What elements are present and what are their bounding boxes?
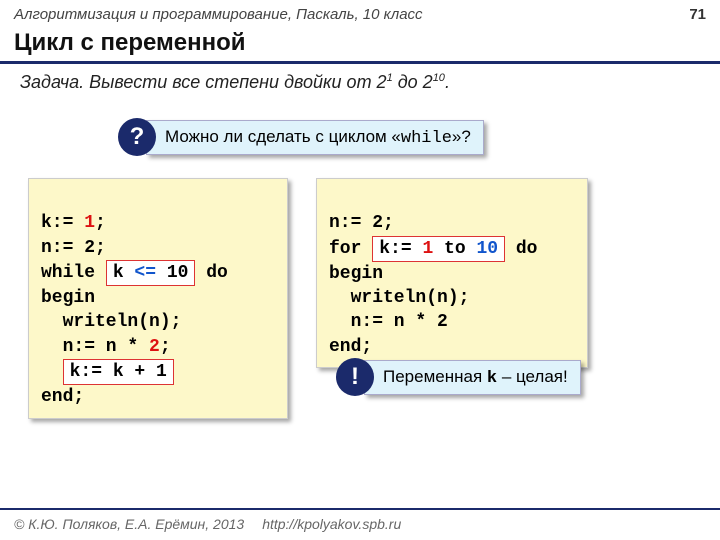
cl-l1b: ; [95,213,106,233]
footer-url: http://kpolyakov.spb.ru [262,516,401,532]
cl-l6b: ; [160,337,171,357]
cl-l3-box-b: <= [134,263,156,283]
task-text: Задача. Вывести все степени двойки от 2 1… [0,64,720,97]
cl-l3-box-c: 10 [156,263,188,283]
cl-l1-red: 1 [84,213,95,233]
cr-l2b: do [505,239,537,259]
cl-l6-red: 2 [149,337,160,357]
question-mark-icon: ? [118,118,156,156]
page-title: Цикл с переменной [0,27,720,64]
bang-callout: ! Переменная k – целая! [336,358,581,396]
bang-text-b: – целая! [497,367,568,386]
question-text: Можно ли сделать с циклом «while»? [146,120,484,155]
course-label: Алгоритмизация и программирование, Паска… [14,6,423,23]
cl-l1a: k:= [41,213,84,233]
bang-text: Переменная k – целая! [364,360,581,395]
q-text-b: »? [452,127,471,146]
task-label: Задача [20,72,79,92]
cr-l2-box-d: 10 [476,239,498,259]
q-mono: while [401,129,452,148]
cl-l4: begin [41,288,95,308]
code-block-while: k:= 1; n:= 2; while k <= 10 do begin wri… [28,178,288,419]
cr-l3: begin [329,264,383,284]
cl-l3a: while [41,263,106,283]
cl-l5: writeln(n); [41,312,181,332]
cr-l2a: for [329,239,372,259]
header: Алгоритмизация и программирование, Паска… [0,0,720,27]
task-part-c: . [445,72,450,92]
code-block-for: n:= 2; for k:= 1 to 10 do begin writeln(… [316,178,588,368]
task-part-a: . Вывести все степени двойки от 2 [79,72,386,92]
cl-l6a: n:= n * [41,337,149,357]
cr-l2-box-a: k:= [379,239,422,259]
cl-l3-box: k <= 10 [106,260,196,286]
q-text-a: Можно ли сделать с циклом « [165,127,401,146]
cl-l3-box-a: k [113,263,135,283]
footer-credit: © К.Ю. Поляков, Е.А. Ерёмин, 2013 [14,516,244,532]
task-part-b: до 2 [393,72,433,92]
page-number: 71 [689,6,706,23]
cr-l6: end; [329,337,372,357]
task-sup-b: 10 [433,72,445,84]
footer: © К.Ю. Поляков, Е.А. Ерёмин, 2013 http:/… [0,508,720,540]
cr-l1: n:= 2; [329,213,394,233]
cr-l2-box-c: to [433,239,476,259]
cr-l4: writeln(n); [329,288,469,308]
bang-text-a: Переменная [383,367,487,386]
cl-l2: n:= 2; [41,238,106,258]
bang-mono: k [487,369,497,388]
cl-l3b: do [195,263,227,283]
cl-l8: end; [41,387,84,407]
cr-l2-box: k:= 1 to 10 [372,236,505,262]
cl-l7-box: k:= k + 1 [63,359,174,385]
cr-l2-box-b: 1 [422,239,433,259]
question-callout: ? Можно ли сделать с циклом «while»? [118,118,484,156]
exclamation-mark-icon: ! [336,358,374,396]
cr-l5: n:= n * 2 [329,312,448,332]
